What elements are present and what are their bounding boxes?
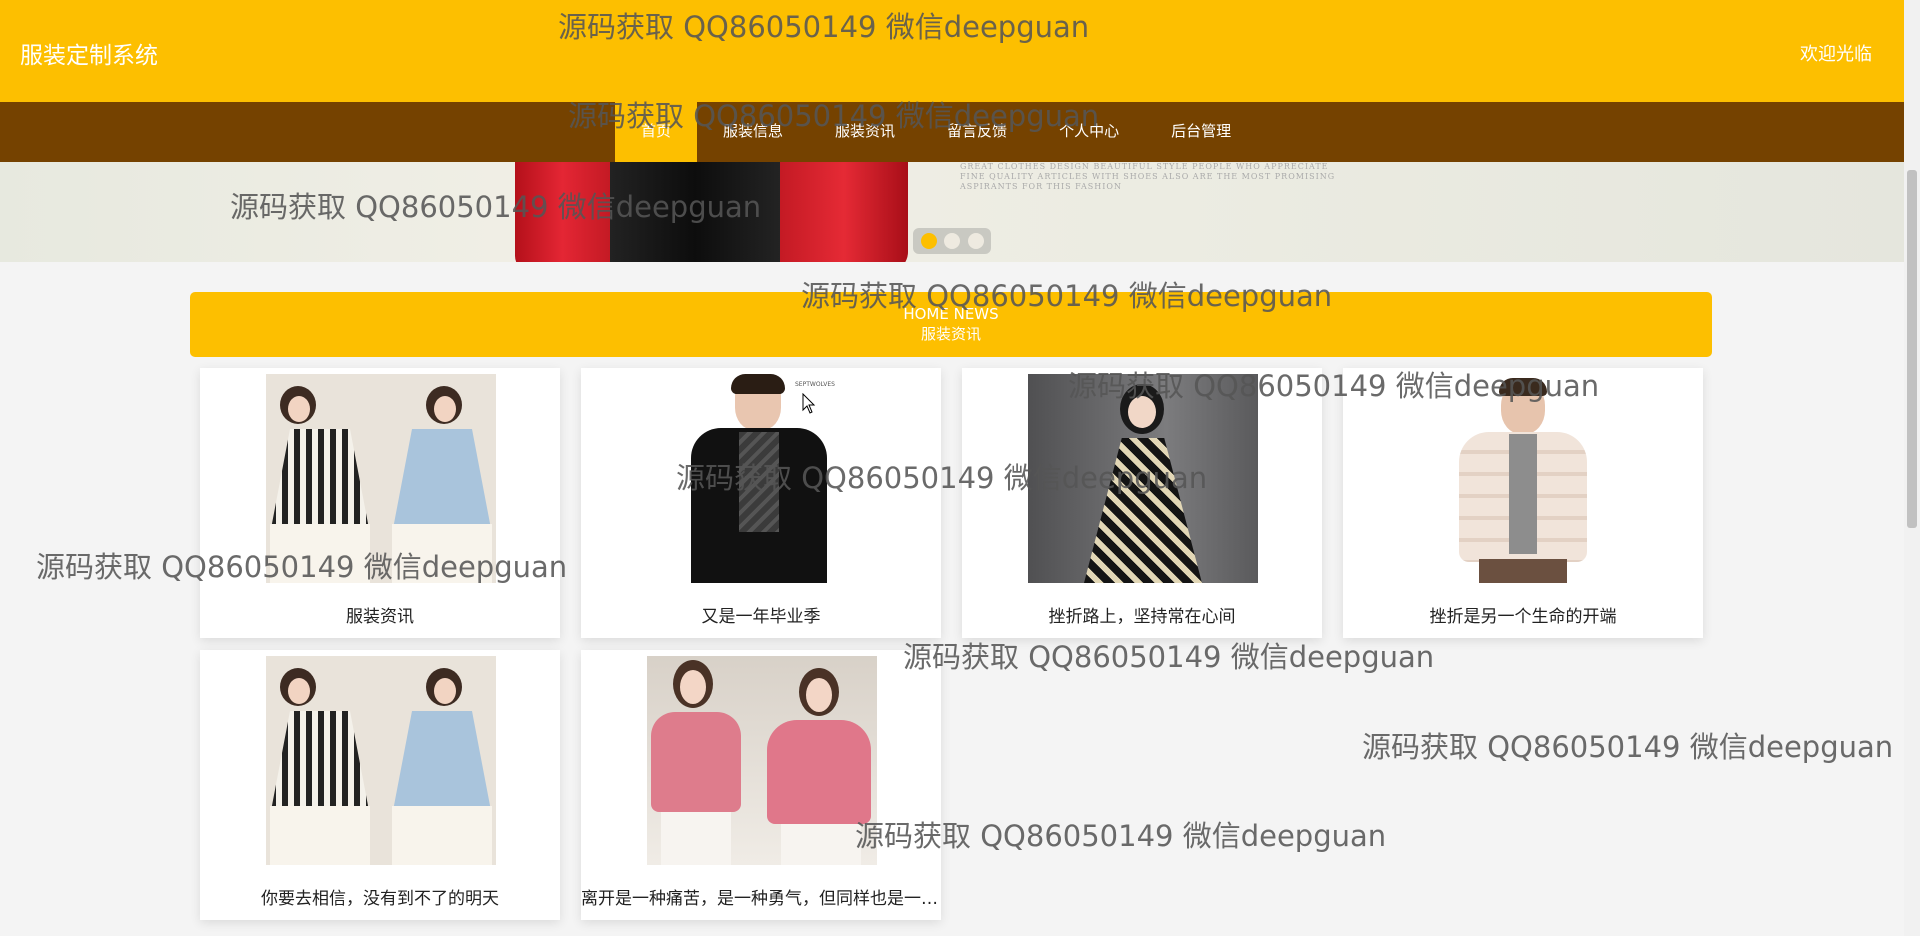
- nav-item-home[interactable]: 首页: [615, 102, 698, 162]
- news-card-title[interactable]: 服装资讯: [200, 602, 560, 627]
- banner-shirt: [610, 162, 780, 262]
- welcome-text: 欢迎光临: [1800, 44, 1872, 65]
- nav-item-admin[interactable]: 后台管理: [1145, 102, 1257, 162]
- nav-item-feedback[interactable]: 留言反馈: [921, 102, 1033, 162]
- news-card[interactable]: 挫折路上，坚持常在心间: [962, 368, 1322, 638]
- news-card-title[interactable]: 你要去相信，没有到不了的明天: [200, 884, 560, 909]
- carousel-dot-3[interactable]: [967, 233, 984, 249]
- nav-item-user-center[interactable]: 个人中心: [1033, 102, 1145, 162]
- news-title-cn: 服装资讯: [920, 325, 981, 343]
- news-card-image[interactable]: SEPTWOLVES: [647, 374, 877, 583]
- main-nav: 首页 服装信息 服装资讯 留言反馈 个人中心 后台管理: [0, 102, 1904, 162]
- banner-jacket-right: [780, 162, 908, 262]
- news-card[interactable]: 你要去相信，没有到不了的明天: [200, 650, 560, 920]
- news-card-title[interactable]: 挫折是另一个生命的开端: [1343, 602, 1703, 627]
- carousel-dot-1[interactable]: [920, 233, 937, 249]
- news-card-image[interactable]: [1028, 374, 1258, 583]
- news-card-image[interactable]: [266, 374, 496, 583]
- nav-item-clothing-news[interactable]: 服装资讯: [809, 102, 921, 162]
- news-card-image[interactable]: [1409, 374, 1639, 583]
- news-card-title[interactable]: 挫折路上，坚持常在心间: [962, 602, 1322, 627]
- banner-jacket-left: [515, 162, 610, 262]
- news-card-image[interactable]: [647, 656, 877, 865]
- carousel-dot-2[interactable]: [944, 233, 960, 249]
- banner-tagline: GREAT CLOTHES DESIGN BEAUTIFUL STYLE PEO…: [960, 162, 1336, 191]
- news-section-header: HOME NEWS 服装资讯: [190, 292, 1712, 357]
- news-card[interactable]: 服装资讯: [200, 368, 560, 638]
- carousel-indicators: [913, 228, 991, 254]
- news-card[interactable]: 挫折是另一个生命的开端: [1343, 368, 1703, 638]
- news-title-en: HOME NEWS: [903, 305, 999, 323]
- banner-carousel[interactable]: GREAT CLOTHES DESIGN BEAUTIFUL STYLE PEO…: [0, 162, 1904, 262]
- scrollbar-thumb[interactable]: [1907, 170, 1917, 528]
- watermark: 源码获取 QQ86050149 微信deepguan: [1362, 730, 1894, 764]
- news-card-image[interactable]: [266, 656, 496, 865]
- news-card[interactable]: 离开是一种痛苦，是一种勇气，但同样也是一种希望: [581, 650, 941, 920]
- top-header: 服装定制系统 欢迎光临: [0, 0, 1904, 102]
- news-card-title[interactable]: 离开是一种痛苦，是一种勇气，但同样也是一种希望: [581, 884, 941, 909]
- nav-item-clothing-info[interactable]: 服装信息: [697, 102, 809, 162]
- news-card-title[interactable]: 又是一年毕业季: [581, 602, 941, 627]
- news-card[interactable]: SEPTWOLVES 又是一年毕业季: [581, 368, 941, 638]
- mouse-cursor-icon: [802, 393, 816, 414]
- site-title[interactable]: 服装定制系统: [20, 36, 158, 70]
- watermark: 源码获取 QQ86050149 微信deepguan: [903, 640, 1435, 674]
